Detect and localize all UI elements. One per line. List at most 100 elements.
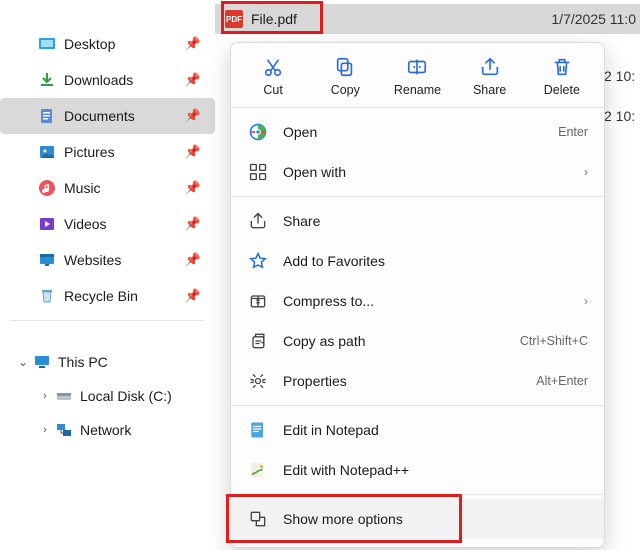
pin-icon: 📌 (185, 144, 201, 160)
sidebar-separator (10, 320, 205, 321)
menu-separator (231, 494, 604, 495)
menu-hint: Alt+Enter (536, 374, 588, 388)
chevron-right-icon: › (584, 294, 588, 308)
toolbar-label: Copy (331, 83, 360, 97)
pin-icon: 📌 (185, 36, 201, 52)
context-menu: Cut Copy Rename Share Delete Open Enter … (230, 42, 605, 548)
network-icon (54, 420, 74, 440)
pin-icon: 📌 (185, 216, 201, 232)
delete-icon (550, 55, 574, 79)
menu-label: Properties (283, 373, 536, 389)
menu-properties[interactable]: Properties Alt+Enter (231, 361, 604, 401)
sidebar-item-network[interactable]: › Network (0, 413, 215, 447)
item-label: Local Disk (C:) (80, 388, 172, 404)
toolbar-label: Cut (263, 83, 282, 97)
recycle-bin-icon (38, 287, 56, 305)
compress-icon (247, 290, 269, 312)
sidebar-label: Desktop (64, 36, 115, 52)
sidebar-item-documents[interactable]: Documents 📌 (0, 98, 215, 134)
notepadpp-icon (247, 459, 269, 481)
pin-icon: 📌 (185, 180, 201, 196)
videos-icon (38, 215, 56, 233)
rename-button[interactable]: Rename (386, 55, 448, 97)
menu-separator (231, 196, 604, 197)
share-button[interactable]: Share (459, 55, 521, 97)
sidebar-label: Websites (64, 252, 121, 268)
star-icon (247, 250, 269, 272)
menu-edit-notepad[interactable]: Edit in Notepad (231, 410, 604, 450)
sidebar-label: Downloads (64, 72, 133, 88)
music-icon (38, 179, 56, 197)
menu-compress[interactable]: Compress to... › (231, 281, 604, 321)
menu-separator (231, 107, 604, 108)
share-icon (247, 210, 269, 232)
cut-icon (261, 55, 285, 79)
sidebar-label: Videos (64, 216, 107, 232)
file-date: 1/7/2025 11:0 (551, 11, 636, 27)
file-date-partial: 2 10: (604, 56, 635, 96)
toolbar-label: Delete (544, 83, 580, 97)
menu-label: Show more options (283, 511, 588, 527)
sidebar-group-this-pc[interactable]: ⌄ This PC (0, 345, 215, 379)
menu-label: Add to Favorites (283, 253, 588, 269)
sidebar-item-pictures[interactable]: Pictures 📌 (0, 134, 215, 170)
menu-label: Edit in Notepad (283, 422, 588, 438)
open-icon (247, 121, 269, 143)
menu-label: Share (283, 213, 588, 229)
item-label: Network (80, 422, 131, 438)
chevron-right-icon: › (36, 390, 54, 402)
cut-button[interactable]: Cut (242, 55, 304, 97)
desktop-icon (38, 35, 56, 53)
sidebar-item-websites[interactable]: Websites 📌 (0, 242, 215, 278)
websites-icon (38, 251, 56, 269)
disk-icon (54, 386, 74, 406)
menu-label: Edit with Notepad++ (283, 462, 588, 478)
pdf-icon: PDF (225, 10, 243, 28)
pin-icon: 📌 (185, 108, 201, 124)
menu-hint: Enter (558, 125, 588, 139)
sidebar-item-recycle-bin[interactable]: Recycle Bin 📌 (0, 278, 215, 314)
menu-share[interactable]: Share (231, 201, 604, 241)
menu-add-favorites[interactable]: Add to Favorites (231, 241, 604, 281)
menu-hint: Ctrl+Shift+C (520, 334, 588, 348)
menu-label: Open with (283, 164, 584, 180)
pin-icon: 📌 (185, 288, 201, 304)
pin-icon: 📌 (185, 252, 201, 268)
chevron-right-icon: › (584, 165, 588, 179)
file-date-partial: 2 10: (604, 96, 635, 136)
share-icon (478, 55, 502, 79)
sidebar-item-desktop[interactable]: Desktop 📌 (0, 26, 215, 62)
menu-label: Compress to... (283, 293, 584, 309)
file-list-partial: 2 10: 2 10: (604, 56, 635, 136)
chevron-right-icon: › (36, 424, 54, 436)
notepad-icon (247, 419, 269, 441)
open-with-icon (247, 161, 269, 183)
sidebar-item-videos[interactable]: Videos 📌 (0, 206, 215, 242)
file-name: File.pdf (251, 11, 297, 27)
copy-path-icon (247, 330, 269, 352)
rename-icon (405, 55, 429, 79)
group-label: This PC (58, 354, 108, 370)
sidebar-item-music[interactable]: Music 📌 (0, 170, 215, 206)
sidebar-item-local-disk[interactable]: › Local Disk (C:) (0, 379, 215, 413)
documents-icon (38, 107, 56, 125)
menu-show-more-options[interactable]: Show more options (231, 499, 604, 539)
sidebar-item-downloads[interactable]: Downloads 📌 (0, 62, 215, 98)
menu-open-with[interactable]: Open with › (231, 152, 604, 192)
delete-button[interactable]: Delete (531, 55, 593, 97)
menu-copy-path[interactable]: Copy as path Ctrl+Shift+C (231, 321, 604, 361)
toolbar-label: Rename (394, 83, 441, 97)
show-more-icon (247, 508, 269, 530)
sidebar-label: Documents (64, 108, 135, 124)
chevron-down-icon: ⌄ (14, 355, 32, 369)
sidebar-label: Pictures (64, 144, 115, 160)
menu-open[interactable]: Open Enter (231, 112, 604, 152)
properties-icon (247, 370, 269, 392)
download-icon (38, 71, 56, 89)
sidebar-label: Music (64, 180, 101, 196)
sidebar-label: Recycle Bin (64, 288, 138, 304)
copy-button[interactable]: Copy (314, 55, 376, 97)
file-row-selected[interactable]: PDF File.pdf 1/7/2025 11:0 (215, 4, 640, 34)
menu-edit-notepadpp[interactable]: Edit with Notepad++ (231, 450, 604, 490)
menu-separator (231, 405, 604, 406)
